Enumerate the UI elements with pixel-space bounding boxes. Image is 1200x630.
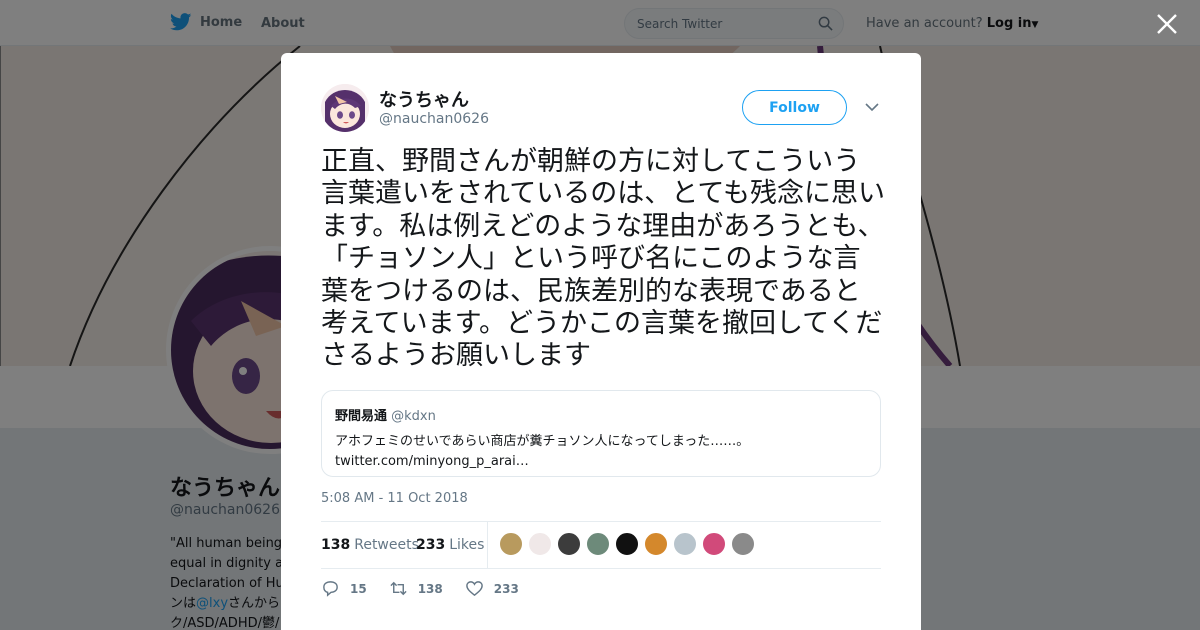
retweets-label: Retweets [354,537,419,553]
liker-avatar[interactable] [586,532,610,556]
liker-avatar[interactable] [644,532,668,556]
retweet-button[interactable]: 138 [389,579,443,598]
retweet-count: 138 [417,581,443,596]
liker-avatar[interactable] [673,532,697,556]
liker-avatar[interactable] [731,532,755,556]
author-avatar-illustration [321,84,369,132]
likes-label: Likes [449,537,485,553]
quoted-tweet[interactable]: 野間易通 @kdxn アホフェミのせいであらい商店が糞チョソン人になってしまった… [321,390,881,477]
tweet-author-name[interactable]: なうちゃん [379,86,469,112]
liker-avatar[interactable] [499,532,523,556]
likes-stat[interactable]: 233 Likes [416,537,484,553]
liker-avatar[interactable] [615,532,639,556]
reply-count: 15 [350,581,367,596]
liker-avatar[interactable] [557,532,581,556]
tweet-modal: なうちゃん @nauchan0626 Follow 正直、野間さんが朝鮮の方に対… [281,53,921,630]
tweet-text: 正直、野間さんが朝鮮の方に対してこういう言葉遣いをされているのは、とても残念に思… [321,146,886,372]
stats-divider [487,522,488,568]
follow-button[interactable]: Follow [742,90,847,125]
tweet-actions: 15 138 233 [321,579,519,598]
quoted-author-name: 野間易通 [335,409,388,424]
quoted-link[interactable]: twitter.com/minyong_p_arai… [335,452,867,472]
reply-icon [323,581,338,597]
tweet-author-handle[interactable]: @nauchan0626 [379,111,489,127]
quoted-author-handle: @kdxn [391,409,436,424]
quoted-tweet-text: アホフェミのせいであらい商店が糞チョソン人になってしまった……。 twitter… [335,432,867,472]
quoted-text-line: アホフェミのせいであらい商店が糞チョソン人になってしまった……。 [335,434,750,449]
retweet-icon [390,581,407,596]
like-button[interactable]: 233 [465,579,519,598]
tweet-author-avatar[interactable] [321,84,369,132]
liker-avatars [499,532,755,556]
tweet-timestamp[interactable]: 5:08 AM - 11 Oct 2018 [321,491,468,506]
quoted-tweet-header: 野間易通 @kdxn [335,405,867,424]
reply-button[interactable]: 15 [321,579,367,598]
heart-icon [465,581,483,597]
likes-count: 233 [416,537,446,553]
close-icon[interactable] [1155,12,1179,36]
liker-avatar[interactable] [702,532,726,556]
tweet-stats: 138 Retweets 233 Likes [321,521,881,569]
like-count: 233 [493,581,519,596]
chevron-down-icon[interactable] [865,102,879,112]
liker-avatar[interactable] [528,532,552,556]
retweets-stat[interactable]: 138 Retweets [321,537,419,553]
retweets-count: 138 [321,537,351,553]
